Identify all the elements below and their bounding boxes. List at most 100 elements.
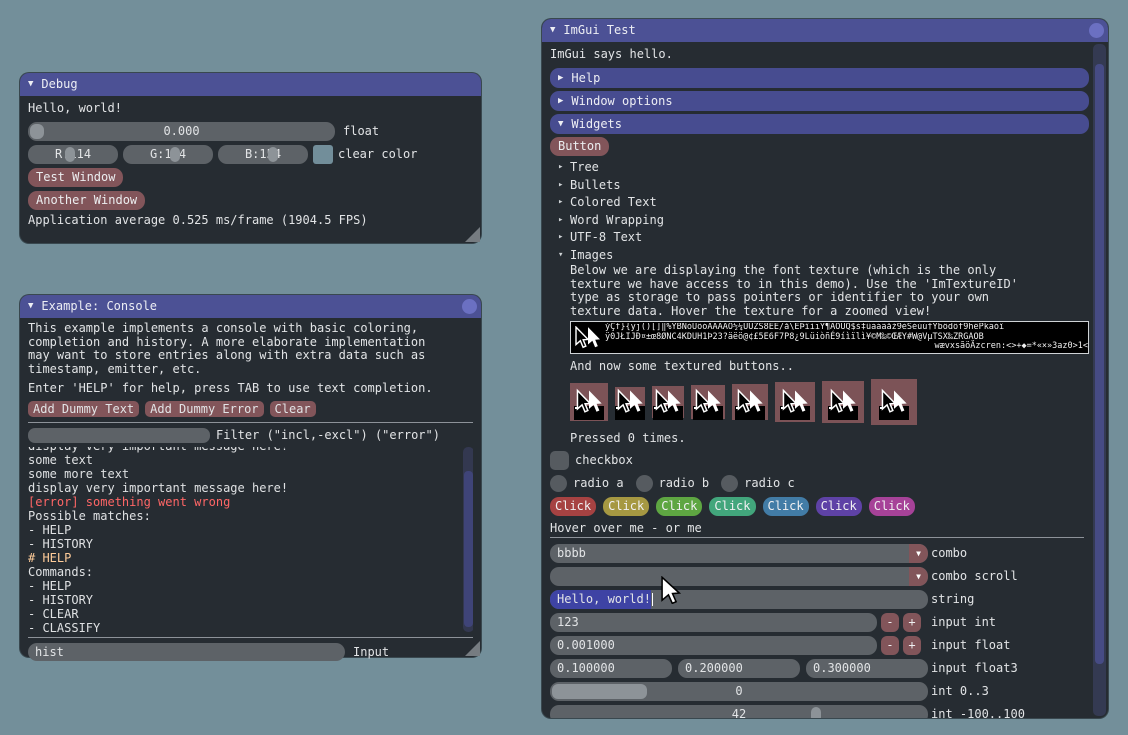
header-widgets[interactable]: ▼ Widgets bbox=[550, 114, 1089, 134]
header-help[interactable]: ▶ Help bbox=[550, 68, 1089, 88]
slider-grab[interactable] bbox=[268, 147, 278, 162]
chevron-down-icon: ▼ bbox=[916, 570, 921, 583]
combo-scroll-select[interactable]: ▼ bbox=[550, 567, 928, 586]
intro-line: may want to store entries along with ext… bbox=[28, 349, 473, 363]
test-titlebar[interactable]: ▼ ImGui Test bbox=[542, 19, 1108, 42]
header-window-options[interactable]: ▶ Window options bbox=[550, 91, 1089, 111]
clear-color-swatch[interactable] bbox=[313, 145, 333, 164]
another-window-button[interactable]: Another Window bbox=[28, 191, 145, 210]
float-input[interactable]: 0.001000 bbox=[550, 636, 877, 655]
separator bbox=[28, 422, 473, 423]
collapse-arrow-icon[interactable]: ▼ bbox=[550, 26, 555, 35]
float3-input-x[interactable]: 0.100000 bbox=[550, 659, 672, 678]
tree-node-images[interactable]: ▾ Images bbox=[550, 247, 1084, 265]
console-scrollbar[interactable] bbox=[463, 447, 473, 632]
image-button[interactable] bbox=[732, 384, 768, 420]
color-g-slider[interactable]: G:144 bbox=[123, 145, 213, 164]
image-button[interactable] bbox=[615, 387, 645, 417]
console-intro-text: This example implements a console with b… bbox=[28, 322, 473, 376]
tree-closed-icon[interactable]: ▸ bbox=[558, 214, 570, 227]
debug-titlebar[interactable]: ▼ Debug bbox=[20, 73, 481, 96]
slider-grab[interactable] bbox=[552, 684, 647, 699]
tree-node-word-wrapping[interactable]: ▸ Word Wrapping bbox=[550, 212, 1084, 230]
console-titlebar[interactable]: ▼ Example: Console bbox=[20, 295, 481, 318]
radio-c[interactable]: radio c bbox=[721, 475, 795, 492]
click-button-6[interactable]: Click bbox=[816, 497, 862, 516]
imgui-hello-text: ImGui says hello. bbox=[550, 48, 1084, 61]
images-text-line: texture we have access to in this demo).… bbox=[570, 278, 1084, 292]
tree-closed-icon[interactable]: ▸ bbox=[558, 161, 570, 174]
click-button-5[interactable]: Click bbox=[763, 497, 809, 516]
image-button[interactable] bbox=[822, 381, 864, 423]
click-button-1[interactable]: Click bbox=[550, 497, 596, 516]
intro-line: timestamp, emitter, etc. bbox=[28, 363, 473, 377]
collapse-arrow-icon[interactable]: ▼ bbox=[28, 302, 33, 311]
image-button[interactable] bbox=[691, 385, 725, 419]
float-slider[interactable]: 0.000 bbox=[28, 122, 335, 141]
decrement-button[interactable]: - bbox=[881, 636, 899, 655]
log-line: Possible matches: bbox=[28, 509, 473, 523]
hover-tooltip-text[interactable]: Hover over me - or me bbox=[550, 522, 1084, 535]
slider-grab[interactable] bbox=[170, 147, 180, 162]
int-input[interactable]: 123 bbox=[550, 613, 877, 632]
int-small-slider[interactable]: 0 bbox=[550, 682, 928, 701]
add-dummy-text-button[interactable]: Add Dummy Text bbox=[28, 401, 139, 417]
int-range-value: 42 bbox=[550, 708, 928, 718]
tree-closed-icon[interactable]: ▸ bbox=[558, 179, 570, 192]
combo-arrow-button[interactable]: ▼ bbox=[909, 544, 928, 563]
click-button-3[interactable]: Click bbox=[656, 497, 702, 516]
image-button[interactable] bbox=[570, 383, 608, 421]
combo-select[interactable]: bbbb ▼ bbox=[550, 544, 928, 563]
slider-grab[interactable] bbox=[65, 147, 75, 162]
collapse-arrow-icon[interactable]: ▼ bbox=[28, 80, 33, 89]
image-button[interactable] bbox=[652, 386, 684, 418]
tree-closed-icon[interactable]: ▸ bbox=[558, 231, 570, 244]
combo-arrow-button[interactable]: ▼ bbox=[909, 567, 928, 586]
slider-grab[interactable] bbox=[30, 124, 44, 139]
images-description-text: Below we are displaying the font texture… bbox=[570, 264, 1084, 318]
close-button[interactable] bbox=[462, 299, 477, 314]
resize-grip[interactable] bbox=[465, 641, 480, 656]
click-button-7[interactable]: Click bbox=[869, 497, 915, 516]
int-range-slider[interactable]: 42 bbox=[550, 705, 928, 718]
tree-node-tree[interactable]: ▸ Tree bbox=[550, 159, 1084, 177]
close-button[interactable] bbox=[1089, 23, 1104, 38]
string-text-input[interactable]: Hello, world! bbox=[550, 590, 928, 609]
clear-button[interactable]: Clear bbox=[270, 401, 316, 417]
text-caret bbox=[652, 593, 653, 606]
float-slider-label: float bbox=[343, 125, 379, 138]
scrollbar-thumb[interactable] bbox=[464, 471, 473, 627]
string-label: string bbox=[931, 593, 974, 606]
color-b-slider[interactable]: B:154 bbox=[218, 145, 308, 164]
increment-button[interactable]: + bbox=[903, 636, 921, 655]
console-log-region[interactable]: display very important message here! som… bbox=[28, 447, 473, 634]
increment-button[interactable]: + bbox=[903, 613, 921, 632]
float3-input-y[interactable]: 0.200000 bbox=[678, 659, 800, 678]
click-button-4[interactable]: Click bbox=[709, 497, 755, 516]
tree-node-bullets[interactable]: ▸ Bullets bbox=[550, 177, 1084, 195]
console-command-input[interactable]: hist bbox=[28, 643, 345, 661]
resize-grip[interactable] bbox=[465, 227, 480, 242]
radio-icon bbox=[636, 475, 653, 492]
checkbox[interactable] bbox=[550, 451, 569, 470]
image-button[interactable] bbox=[775, 382, 815, 422]
color-r-slider[interactable]: R:114 bbox=[28, 145, 118, 164]
click-button-2[interactable]: Click bbox=[603, 497, 649, 516]
selected-text: Hello, world! bbox=[550, 590, 651, 609]
slider-grab[interactable] bbox=[811, 707, 821, 718]
radio-a[interactable]: radio a bbox=[550, 475, 624, 492]
radio-b[interactable]: radio b bbox=[636, 475, 710, 492]
tree-node-utf8-text[interactable]: ▸ UTF-8 Text bbox=[550, 229, 1084, 247]
image-button[interactable] bbox=[871, 379, 917, 425]
font-texture-image[interactable]: ýÇf}{ÿj()[]‖%ÝBÑòÛôóÂÃÀÄÔ½¼ÙÚŽŠ8ÉÊ/å\ÈÞî… bbox=[570, 321, 1089, 354]
test-window-button[interactable]: Test Window bbox=[28, 168, 123, 187]
filter-input[interactable] bbox=[28, 428, 210, 443]
tree-open-icon[interactable]: ▾ bbox=[558, 249, 570, 262]
button-widget[interactable]: Button bbox=[550, 137, 609, 156]
decrement-button[interactable]: - bbox=[881, 613, 899, 632]
add-dummy-error-button[interactable]: Add Dummy Error bbox=[145, 401, 263, 417]
log-line: - HISTORY bbox=[28, 537, 473, 551]
tree-node-colored-text[interactable]: ▸ Colored Text bbox=[550, 194, 1084, 212]
tree-closed-icon[interactable]: ▸ bbox=[558, 196, 570, 209]
float3-input-z[interactable]: 0.300000 bbox=[806, 659, 928, 678]
